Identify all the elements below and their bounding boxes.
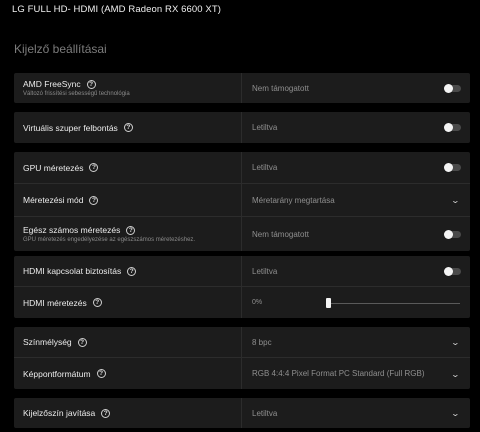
gpu-scaling-toggle[interactable] (444, 163, 461, 172)
setting-label: Kijelzőszín javítása (23, 408, 96, 418)
setting-description: Változó frissítési sebességű technológia (23, 91, 130, 97)
setting-value: Nem támogatott (252, 83, 309, 93)
setting-row-hdmi-scaling: HDMI méretezés ? 0% (14, 286, 470, 318)
help-icon[interactable]: ? (96, 369, 106, 378)
setting-description: GPU méretezés engedélyezése az egészszám… (23, 237, 196, 243)
setting-row-color-depth[interactable]: Színmélység ? 8 bpc ⌄ (14, 327, 470, 357)
settings-group-color-enhancement: Kijelzőszín javítása ? Letiltva ⌄ (14, 398, 470, 428)
vsr-toggle[interactable] (444, 123, 461, 132)
help-icon[interactable]: ? (92, 298, 102, 307)
scaling-mode-dropdown-value[interactable]: Méretarány megtartása (252, 196, 335, 205)
setting-label: Képpontformátum (23, 368, 91, 379)
help-icon[interactable]: ? (123, 123, 133, 132)
toggle-knob (444, 266, 453, 276)
hdmi-link-toggle[interactable] (444, 266, 461, 276)
setting-row-hdmi-link-assurance: HDMI kapcsolat biztosítás ? Letiltva (14, 256, 470, 286)
chevron-down-icon[interactable]: ⌄ (451, 409, 460, 418)
chevron-down-icon[interactable]: ⌄ (451, 196, 460, 205)
setting-label: Egész számos méretezés (23, 225, 121, 235)
toggle-knob (444, 163, 453, 172)
setting-label: Virtuális szuper felbontás (23, 122, 118, 133)
chevron-down-icon[interactable]: ⌄ (451, 338, 460, 347)
pixel-format-dropdown-value[interactable]: RGB 4:4:4 Pixel Format PC Standard (Full… (252, 369, 425, 378)
setting-label: HDMI méretezés (23, 297, 87, 308)
settings-group-hdmi: HDMI kapcsolat biztosítás ? Letiltva HDM… (14, 256, 470, 318)
settings-group-vsr: Virtuális szuper felbontás ? Letiltva (14, 112, 470, 143)
toggle-knob (444, 229, 453, 239)
toggle-knob (444, 123, 453, 132)
hdmi-scaling-slider-thumb[interactable] (326, 297, 331, 308)
setting-row-scaling-mode[interactable]: Méretezési mód ? Méretarány megtartása ⌄ (14, 183, 470, 216)
help-icon[interactable]: ? (89, 195, 99, 205)
setting-row-freesync: AMD FreeSync ? Változó frissítési sebess… (14, 73, 470, 103)
setting-label: GPU méretezés (23, 162, 84, 173)
color-enhancement-dropdown-value[interactable]: Letiltva (252, 409, 277, 418)
window-title: LG FULL HD- HDMI (AMD Radeon RX 6600 XT) (12, 4, 222, 15)
setting-label: HDMI kapcsolat biztosítás (23, 266, 122, 276)
color-depth-dropdown-value[interactable]: 8 bpc (252, 338, 272, 347)
help-icon[interactable]: ? (86, 79, 96, 89)
setting-row-vsr: Virtuális szuper felbontás ? Letiltva (14, 112, 470, 143)
help-icon[interactable]: ? (127, 266, 137, 276)
hdmi-scaling-slider-track[interactable] (328, 302, 460, 304)
setting-label: Színmélység (23, 337, 72, 347)
integer-scaling-toggle[interactable] (444, 229, 461, 239)
setting-label: Méretezési mód (23, 195, 84, 205)
toggle-knob (444, 83, 453, 93)
help-icon[interactable]: ? (89, 163, 99, 172)
freesync-toggle[interactable] (444, 83, 461, 93)
help-icon[interactable]: ? (77, 337, 87, 347)
help-icon[interactable]: ? (126, 225, 136, 235)
setting-value: Letiltva (252, 163, 278, 172)
setting-value: Letiltva (252, 123, 278, 132)
setting-label: AMD FreeSync (23, 79, 81, 89)
settings-group-color: Színmélység ? 8 bpc ⌄ Képpontformátum ? … (14, 327, 470, 389)
setting-value: Letiltva (252, 266, 278, 276)
setting-row-integer-scaling: Egész számos méretezés ? GPU méretezés e… (14, 216, 470, 251)
help-icon[interactable]: ? (101, 408, 111, 418)
setting-row-color-enhancement[interactable]: Kijelzőszín javítása ? Letiltva ⌄ (14, 398, 470, 428)
setting-row-pixel-format[interactable]: Képpontformátum ? RGB 4:4:4 Pixel Format… (14, 357, 470, 389)
hdmi-scaling-value: 0% (252, 299, 263, 306)
settings-group-gpu-scaling: GPU méretezés ? Letiltva Méretezési mód … (14, 152, 470, 251)
setting-value: Nem támogatott (252, 229, 309, 239)
chevron-down-icon[interactable]: ⌄ (451, 370, 460, 379)
setting-row-gpu-scaling: GPU méretezés ? Letiltva (14, 152, 470, 183)
settings-group-freesync: AMD FreeSync ? Változó frissítési sebess… (14, 73, 470, 103)
section-title: Kijelző beállításai (14, 42, 107, 56)
